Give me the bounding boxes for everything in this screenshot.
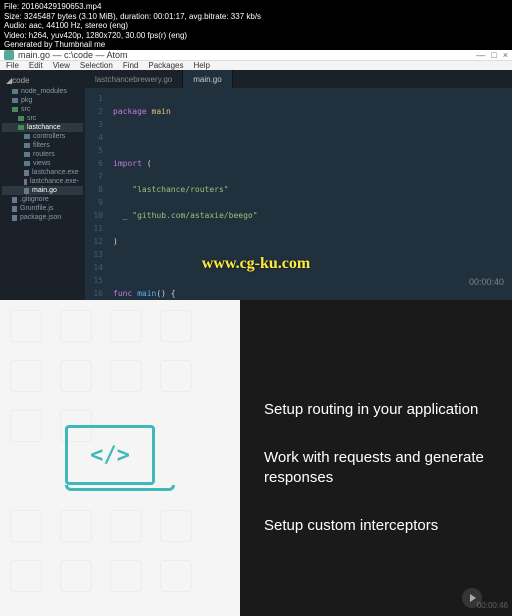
tree-item[interactable]: lastchance.exe- xyxy=(2,177,83,186)
menu-selection[interactable]: Selection xyxy=(80,61,113,70)
tree-item[interactable]: filters xyxy=(2,141,83,150)
video-metadata: File: 20160429190653.mp4 Size: 3245487 b… xyxy=(0,0,265,52)
tree-item[interactable]: controllers xyxy=(2,132,83,141)
tree-item[interactable]: package.json xyxy=(2,213,83,222)
tree-item[interactable]: pkg xyxy=(2,96,83,105)
tree-item[interactable]: lastchance.exe xyxy=(2,168,83,177)
window-controls: — □ × xyxy=(476,50,508,60)
play-icon xyxy=(470,594,476,602)
video-timestamp-bottom: 00:00:46 xyxy=(477,601,508,610)
slide-left-panel: </> xyxy=(0,300,240,616)
close-button[interactable]: × xyxy=(503,50,508,60)
tree-item[interactable]: .gitignore xyxy=(2,195,83,204)
tab[interactable]: lastchancebrewery.go xyxy=(85,70,183,88)
tree-item[interactable]: src xyxy=(2,114,83,123)
editor-tabs: lastchancebrewery.go main.go xyxy=(85,70,512,88)
slide-bullet-2: Work with requests and generate response… xyxy=(264,448,492,489)
menu-edit[interactable]: Edit xyxy=(29,61,43,70)
menu-view[interactable]: View xyxy=(53,61,70,70)
menu-help[interactable]: Help xyxy=(194,61,210,70)
video-timestamp-top: 00:00:40 xyxy=(469,277,504,287)
tree-item[interactable]: src xyxy=(2,105,83,114)
tree-item[interactable]: node_modules xyxy=(2,87,83,96)
tree-item[interactable]: main.go xyxy=(2,186,83,195)
laptop-icon: </> xyxy=(65,425,175,491)
menu-packages[interactable]: Packages xyxy=(148,61,183,70)
slide-right-panel: Setup routing in your application Work w… xyxy=(240,300,512,616)
minimize-button[interactable]: — xyxy=(476,50,485,60)
menubar: File Edit View Selection Find Packages H… xyxy=(0,61,512,70)
menu-file[interactable]: File xyxy=(6,61,19,70)
watermark-text: www.cg-ku.com xyxy=(202,255,310,273)
tree-item[interactable]: Gruntfile.js xyxy=(2,204,83,213)
tree-item[interactable]: views xyxy=(2,159,83,168)
maximize-button[interactable]: □ xyxy=(491,50,496,60)
slide-bullet-3: Setup custom interceptors xyxy=(264,516,492,536)
tab-active[interactable]: main.go xyxy=(183,70,232,88)
slide-bullet-1: Setup routing in your application xyxy=(264,400,492,420)
code-symbol-icon: </> xyxy=(90,443,130,468)
tree-item[interactable]: lastchance xyxy=(2,123,83,132)
project-root[interactable]: ◢ code xyxy=(2,74,83,87)
menu-find[interactable]: Find xyxy=(123,61,139,70)
tree-item[interactable]: routers xyxy=(2,150,83,159)
